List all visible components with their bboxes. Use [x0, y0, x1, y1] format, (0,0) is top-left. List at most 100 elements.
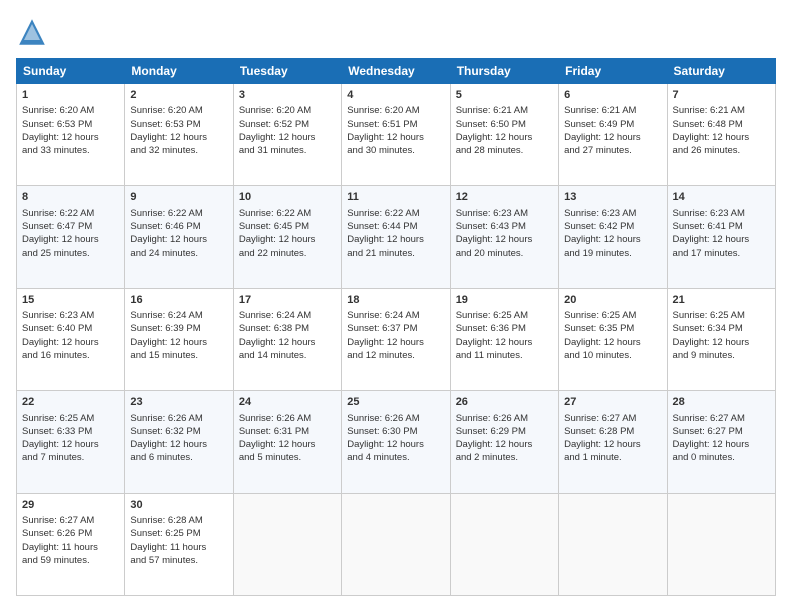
- day-info-line: and 25 minutes.: [22, 247, 119, 260]
- day-info-line: Sunrise: 6:26 AM: [456, 412, 553, 425]
- day-number: 21: [673, 293, 770, 308]
- day-number: 17: [239, 293, 336, 308]
- day-number: 29: [22, 498, 119, 513]
- week-row-2: 8Sunrise: 6:22 AMSunset: 6:47 PMDaylight…: [17, 186, 776, 288]
- calendar-cell: 3Sunrise: 6:20 AMSunset: 6:52 PMDaylight…: [233, 84, 341, 186]
- day-number: 27: [564, 395, 661, 410]
- week-row-1: 1Sunrise: 6:20 AMSunset: 6:53 PMDaylight…: [17, 84, 776, 186]
- day-info-line: Sunrise: 6:26 AM: [130, 412, 227, 425]
- day-header-sunday: Sunday: [17, 59, 125, 84]
- day-info-line: Sunset: 6:38 PM: [239, 322, 336, 335]
- day-info-line: Sunrise: 6:26 AM: [347, 412, 444, 425]
- day-info-line: Sunset: 6:35 PM: [564, 322, 661, 335]
- day-info-line: and 59 minutes.: [22, 554, 119, 567]
- day-header-saturday: Saturday: [667, 59, 775, 84]
- day-number: 22: [22, 395, 119, 410]
- day-info-line: Sunset: 6:28 PM: [564, 425, 661, 438]
- day-number: 18: [347, 293, 444, 308]
- day-info-line: and 7 minutes.: [22, 451, 119, 464]
- day-info-line: Sunrise: 6:20 AM: [239, 104, 336, 117]
- logo: [16, 16, 52, 48]
- calendar-cell: 19Sunrise: 6:25 AMSunset: 6:36 PMDayligh…: [450, 288, 558, 390]
- day-info-line: Daylight: 12 hours: [347, 131, 444, 144]
- day-number: 2: [130, 88, 227, 103]
- day-info-line: Sunset: 6:49 PM: [564, 118, 661, 131]
- day-info-line: and 30 minutes.: [347, 144, 444, 157]
- day-info-line: Sunset: 6:50 PM: [456, 118, 553, 131]
- day-info-line: Sunset: 6:32 PM: [130, 425, 227, 438]
- day-info-line: and 9 minutes.: [673, 349, 770, 362]
- day-info-line: Sunset: 6:26 PM: [22, 527, 119, 540]
- day-info-line: Sunrise: 6:25 AM: [456, 309, 553, 322]
- day-info-line: and 21 minutes.: [347, 247, 444, 260]
- day-info-line: Sunset: 6:33 PM: [22, 425, 119, 438]
- day-info-line: Daylight: 12 hours: [564, 131, 661, 144]
- day-info-line: Sunrise: 6:24 AM: [347, 309, 444, 322]
- calendar-cell: [559, 493, 667, 595]
- day-number: 26: [456, 395, 553, 410]
- day-info-line: and 17 minutes.: [673, 247, 770, 260]
- header: [16, 16, 776, 48]
- day-info-line: Sunrise: 6:20 AM: [130, 104, 227, 117]
- calendar-cell: 21Sunrise: 6:25 AMSunset: 6:34 PMDayligh…: [667, 288, 775, 390]
- day-info-line: Sunset: 6:37 PM: [347, 322, 444, 335]
- calendar-cell: [450, 493, 558, 595]
- logo-icon: [16, 16, 48, 48]
- calendar-cell: 28Sunrise: 6:27 AMSunset: 6:27 PMDayligh…: [667, 391, 775, 493]
- day-info-line: Sunset: 6:27 PM: [673, 425, 770, 438]
- day-info-line: Daylight: 12 hours: [456, 336, 553, 349]
- week-row-3: 15Sunrise: 6:23 AMSunset: 6:40 PMDayligh…: [17, 288, 776, 390]
- day-info-line: Daylight: 11 hours: [22, 541, 119, 554]
- day-info-line: Sunset: 6:31 PM: [239, 425, 336, 438]
- day-info-line: Daylight: 12 hours: [239, 336, 336, 349]
- calendar-cell: 17Sunrise: 6:24 AMSunset: 6:38 PMDayligh…: [233, 288, 341, 390]
- day-info-line: Daylight: 12 hours: [347, 233, 444, 246]
- calendar-cell: 8Sunrise: 6:22 AMSunset: 6:47 PMDaylight…: [17, 186, 125, 288]
- calendar-cell: 4Sunrise: 6:20 AMSunset: 6:51 PMDaylight…: [342, 84, 450, 186]
- day-number: 13: [564, 190, 661, 205]
- day-info-line: Daylight: 11 hours: [130, 541, 227, 554]
- calendar-cell: 7Sunrise: 6:21 AMSunset: 6:48 PMDaylight…: [667, 84, 775, 186]
- day-number: 25: [347, 395, 444, 410]
- day-info-line: and 57 minutes.: [130, 554, 227, 567]
- day-info-line: Daylight: 12 hours: [239, 131, 336, 144]
- day-info-line: and 32 minutes.: [130, 144, 227, 157]
- day-info-line: Daylight: 12 hours: [347, 336, 444, 349]
- page: SundayMondayTuesdayWednesdayThursdayFrid…: [0, 0, 792, 612]
- day-info-line: Daylight: 12 hours: [130, 233, 227, 246]
- day-number: 23: [130, 395, 227, 410]
- day-number: 19: [456, 293, 553, 308]
- day-info-line: and 33 minutes.: [22, 144, 119, 157]
- day-info-line: and 12 minutes.: [347, 349, 444, 362]
- calendar-cell: [342, 493, 450, 595]
- calendar-cell: 10Sunrise: 6:22 AMSunset: 6:45 PMDayligh…: [233, 186, 341, 288]
- day-number: 24: [239, 395, 336, 410]
- day-info-line: Sunrise: 6:20 AM: [347, 104, 444, 117]
- day-info-line: and 22 minutes.: [239, 247, 336, 260]
- day-info-line: Sunset: 6:45 PM: [239, 220, 336, 233]
- week-row-4: 22Sunrise: 6:25 AMSunset: 6:33 PMDayligh…: [17, 391, 776, 493]
- day-info-line: Sunrise: 6:24 AM: [239, 309, 336, 322]
- calendar-header-row: SundayMondayTuesdayWednesdayThursdayFrid…: [17, 59, 776, 84]
- day-info-line: Sunrise: 6:24 AM: [130, 309, 227, 322]
- week-row-5: 29Sunrise: 6:27 AMSunset: 6:26 PMDayligh…: [17, 493, 776, 595]
- day-number: 11: [347, 190, 444, 205]
- day-info-line: Daylight: 12 hours: [22, 131, 119, 144]
- calendar-cell: 25Sunrise: 6:26 AMSunset: 6:30 PMDayligh…: [342, 391, 450, 493]
- calendar-cell: 22Sunrise: 6:25 AMSunset: 6:33 PMDayligh…: [17, 391, 125, 493]
- day-number: 7: [673, 88, 770, 103]
- calendar-cell: 15Sunrise: 6:23 AMSunset: 6:40 PMDayligh…: [17, 288, 125, 390]
- calendar-cell: 16Sunrise: 6:24 AMSunset: 6:39 PMDayligh…: [125, 288, 233, 390]
- calendar-cell: 30Sunrise: 6:28 AMSunset: 6:25 PMDayligh…: [125, 493, 233, 595]
- day-info-line: and 15 minutes.: [130, 349, 227, 362]
- calendar-cell: 5Sunrise: 6:21 AMSunset: 6:50 PMDaylight…: [450, 84, 558, 186]
- day-info-line: Sunset: 6:36 PM: [456, 322, 553, 335]
- day-info-line: Daylight: 12 hours: [239, 233, 336, 246]
- day-info-line: Daylight: 12 hours: [673, 131, 770, 144]
- calendar-cell: 2Sunrise: 6:20 AMSunset: 6:53 PMDaylight…: [125, 84, 233, 186]
- day-info-line: Sunrise: 6:22 AM: [22, 207, 119, 220]
- day-info-line: Daylight: 12 hours: [239, 438, 336, 451]
- day-info-line: and 0 minutes.: [673, 451, 770, 464]
- day-info-line: Sunset: 6:53 PM: [130, 118, 227, 131]
- day-number: 4: [347, 88, 444, 103]
